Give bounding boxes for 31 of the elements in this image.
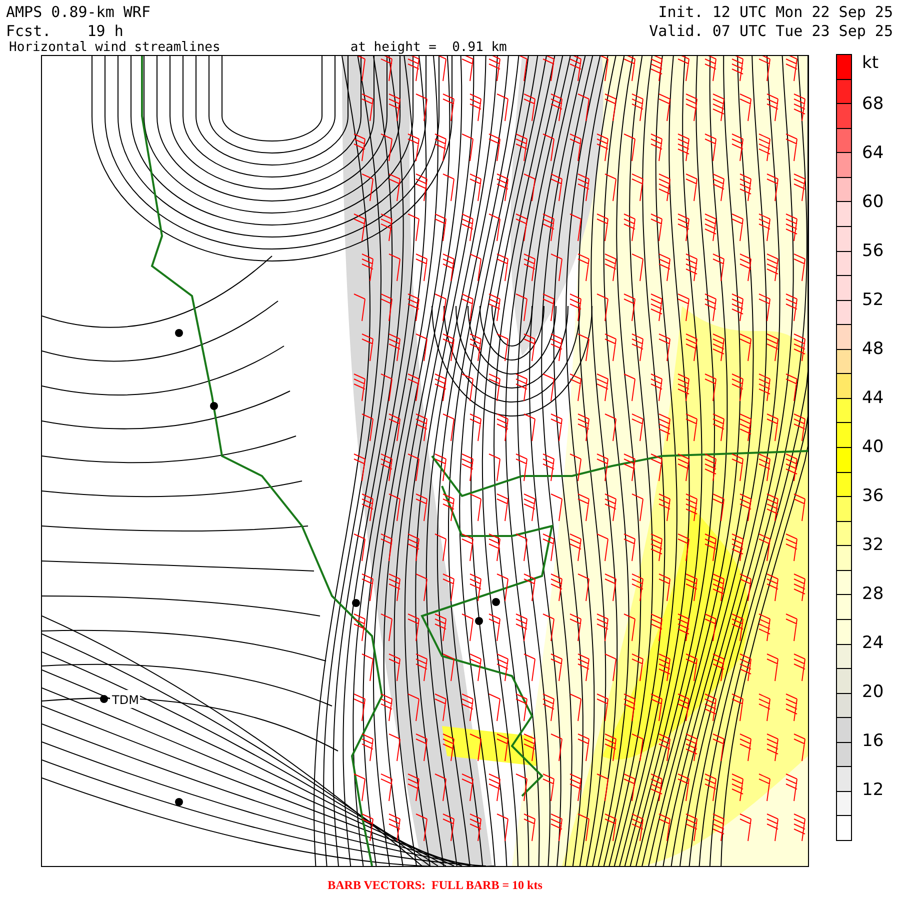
colorbar-label: 48 — [862, 339, 884, 359]
colorbar-label: 52 — [862, 290, 884, 310]
station-marker — [175, 798, 183, 806]
colorbar-label: 68 — [862, 94, 884, 114]
field-title: Horizontal wind streamlines — [9, 41, 220, 55]
colorbar-label: 28 — [862, 584, 884, 604]
init-time: Init. 12 UTC Mon 22 Sep 25 — [658, 3, 893, 22]
model-title: AMPS 0.89-km WRF — [6, 3, 150, 22]
valid-time: Valid. 07 UTC Tue 23 Sep 25 — [649, 22, 893, 41]
colorbar-label: 16 — [862, 731, 884, 751]
colorbar-label: 64 — [862, 143, 884, 163]
colorbar-label: 20 — [862, 682, 884, 702]
height-label: at height = 0.91 km — [350, 41, 507, 55]
colorbar-label: 24 — [862, 633, 884, 653]
colorbar-label: 12 — [862, 780, 884, 800]
barb-legend: BARB VECTORS: FULL BARB = 10 kts — [328, 878, 542, 892]
colorbar-label: 32 — [862, 535, 884, 555]
forecast-hour: Fcst. 19 h — [6, 22, 124, 41]
station-label: TDM — [110, 690, 140, 708]
colorbar-label: 36 — [862, 486, 884, 506]
colorbar-label: 40 — [862, 437, 884, 457]
station-marker — [492, 598, 500, 606]
unit-label: kt — [862, 55, 880, 75]
colorbar-label: 44 — [862, 388, 884, 408]
station-marker — [352, 599, 360, 607]
station-marker — [475, 617, 483, 625]
station-marker — [210, 402, 218, 410]
station-marker — [100, 695, 108, 703]
colorbar-label: 60 — [862, 192, 884, 212]
colorbar-label: 56 — [862, 241, 884, 261]
station-marker — [175, 329, 183, 337]
